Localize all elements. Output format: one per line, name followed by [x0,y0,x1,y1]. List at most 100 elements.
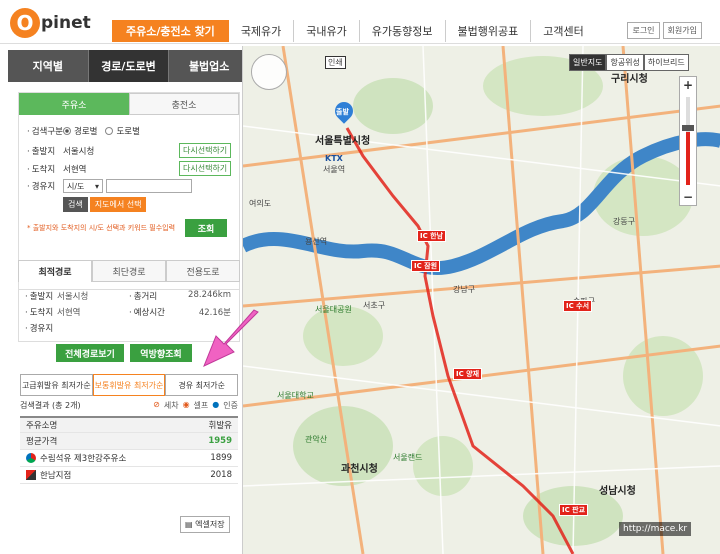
search-panel: 지역별 경로/도로변 불법업소 주유소 충전소 검색구분 경로별 도로별 출발지… [8,50,251,546]
tab-by-route[interactable]: 경로/도로변 [88,50,170,82]
station-price: 1899 [210,453,232,463]
excel-icon: ▤ [185,520,193,529]
start-value: 서울시청 [63,146,95,157]
map-canvas [243,46,720,554]
account-links: 로그인 회원가입 [627,22,702,39]
col-station-name: 주유소명 [26,421,58,431]
car-wash-label: 세차 [163,401,179,410]
top-header: O pinet 주유소/충전소 찾기 국제유가 국내유가 유가동향정보 불법행위… [0,0,720,44]
map-label-seoul-land: 서울랜드 [393,453,423,462]
watermark-text: http://mace.kr [619,522,692,536]
zoom-in-button[interactable]: + [680,77,696,93]
map-label-gwanak: 관악산 [305,435,328,444]
nav-price-trend[interactable]: 유가동향정보 [360,20,446,42]
fuel-sort-tabs: 고급휘발유 최저가순 보통휘발유 최저가순 경유 최저가순 [20,374,239,396]
map-view[interactable]: 인쇄 일반지도 항공위성 하이브리드 + − 출발 서울특별시청 KTX 서울역… [242,46,720,554]
search-type-label: 검색구분 [27,125,63,137]
full-route-button[interactable]: 전체경로보기 [56,344,124,362]
via-search-button[interactable]: 검색 [63,197,88,212]
route-via: 경유지 [25,322,57,334]
col-gasoline: 휘발유 [208,421,232,431]
via-keyword-input[interactable] [106,179,192,193]
region-tabs: 지역별 경로/도로변 불법업소 [8,50,251,82]
brand-icon [26,470,36,480]
zoom-slider[interactable] [682,97,694,185]
map-label-seoul-station: 서울역 [323,165,346,174]
ic-badge-pangyo: IC 판교 [559,504,589,516]
logo-mark: O [10,8,40,38]
ic-badge-suseo: IC 수서 [563,300,593,312]
required-warning: * 출발지와 도착지의 시/도 선택과 키워드 필수입력 [27,224,176,232]
radio-by-route-label: 경로별 [74,127,98,137]
via-action-row: 검색 지도에서 선택 [63,197,147,212]
radio-by-route[interactable] [63,127,71,135]
tab-premium-lowest[interactable]: 고급휘발유 최저가순 [20,374,93,396]
tab-optimal-route[interactable]: 최적경로 [18,260,92,282]
route-start: 출발지 서울시청 [25,290,89,302]
map-print-button[interactable]: 인쇄 [325,56,346,69]
chevron-down-icon: ▾ [94,181,99,191]
table-header: 주유소명 휘발유 [20,416,238,433]
tab-diesel-lowest[interactable]: 경유 최저가순 [165,374,239,396]
dest-value: 서현역 [63,164,87,175]
avg-price-label: 평균가격 [26,437,58,447]
zoom-control: + − [679,76,697,206]
tab-gas-station[interactable]: 주유소 [19,93,129,115]
map-type-hybrid[interactable]: 하이브리드 [643,54,689,71]
select-on-map-button[interactable]: 지도에서 선택 [89,197,147,212]
ic-badge-hannam: IC 한남 [417,230,447,242]
map-label-gwacheon: 과천시청 [341,464,378,475]
excel-save-button[interactable]: ▤ 엑셀저장 [180,516,230,533]
nav-domestic-price[interactable]: 국내유가 [294,20,360,42]
map-type-selector: 일반지도 항공위성 하이브리드 [569,54,689,71]
nav-illegal[interactable]: 불법행위공표 [446,20,532,42]
tab-charging-station[interactable]: 충전소 [129,93,239,115]
tab-shortest-route[interactable]: 최단경로 [92,260,166,282]
certified-icon: ● [212,400,220,409]
map-label-seoul-park: 서울대공원 [315,305,352,314]
opinet-logo[interactable]: O pinet [10,6,91,40]
start-reselect-button[interactable]: 다시선택하기 [179,143,232,158]
map-type-satellite[interactable]: 항공위성 [606,54,644,71]
ic-badge-yangjae: IC 양재 [453,368,483,380]
zoom-handle[interactable] [682,125,694,131]
results-count: 검색결과 (총 2개) [20,401,81,410]
tab-illegal-stores[interactable]: 불법업소 [169,50,251,82]
map-label-guri: 구리시청 [611,74,648,85]
station-name[interactable]: 수림석유 제3한강주유소 [40,452,126,464]
map-type-normal[interactable]: 일반지도 [569,54,607,71]
nav-intl-price[interactable]: 국제유가 [229,20,295,42]
reverse-query-button[interactable]: 역방향조회 [130,344,192,362]
map-label-seoul-univ: 서울대학교 [277,391,314,400]
table-row[interactable]: 수림석유 제3한강주유소 1899 [20,450,238,467]
nav-station-search[interactable]: 주유소/충전소 찾기 [112,20,229,42]
map-label-yeouido: 여의도 [249,199,272,208]
zoom-out-button[interactable]: − [680,189,696,205]
signup-button[interactable]: 회원가입 [662,22,702,39]
tab-regular-lowest[interactable]: 보통휘발유 최저가순 [92,374,166,396]
via-label: 경유지 [27,180,63,192]
tab-express-road[interactable]: 전용도로 [166,260,240,282]
map-ktx-label: KTX [325,154,343,163]
results-header: 검색결과 (총 2개) ⊘ 세차 ◉ 셀프 ● 인증 [20,400,238,411]
login-button[interactable]: 로그인 [627,22,660,39]
map-pan-control[interactable] [251,54,287,90]
dest-row: 도착지 서현역 다시선택하기 [27,161,232,176]
ic-badge-jamwon: IC 잠원 [411,260,441,272]
tab-by-region[interactable]: 지역별 [8,50,89,82]
route-dest: 도착지 서현역 [25,306,81,318]
self-label: 셀프 [193,401,209,410]
station-name[interactable]: 한남지점 [40,469,71,481]
avg-price-row: 평균가격 1959 [20,433,238,450]
dest-reselect-button[interactable]: 다시선택하기 [179,161,232,176]
via-province-select[interactable]: 시/도 ▾ [63,179,103,193]
radio-by-road-label: 도로별 [116,127,140,137]
map-label-seongnam: 성남시청 [599,486,636,497]
results-legend: ⊘ 세차 ◉ 셀프 ● 인증 [153,400,238,411]
query-button[interactable]: 조회 [185,219,227,237]
radio-by-road[interactable] [105,127,114,135]
nav-customer-center[interactable]: 고객센터 [531,20,595,42]
table-row[interactable]: 한남지점 2018 [20,467,238,484]
annotation-arrow-icon [203,309,259,367]
map-label-seocho: 서초구 [363,301,386,310]
